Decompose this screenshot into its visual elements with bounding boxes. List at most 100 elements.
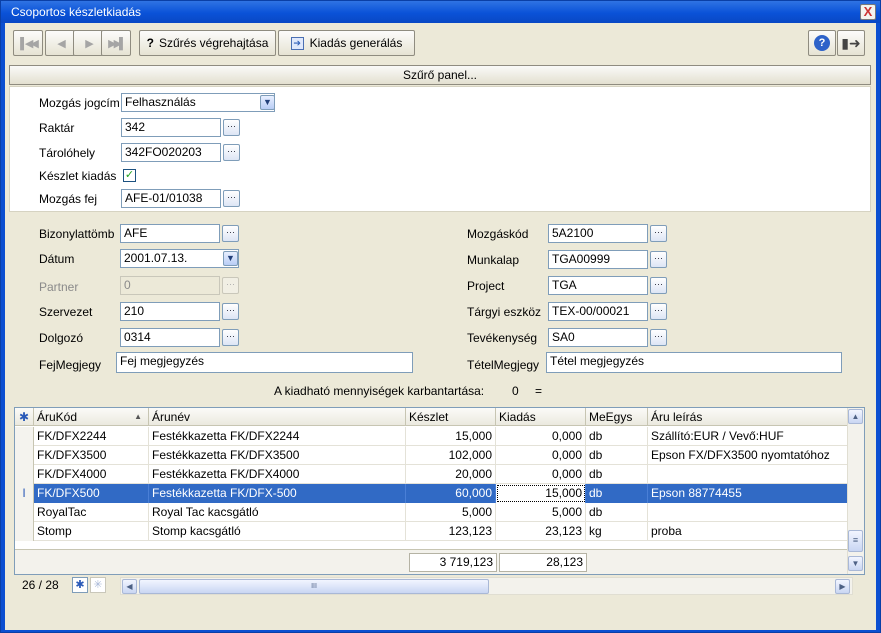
exit-button[interactable]: ▮➜ <box>837 30 865 56</box>
worksheet-field[interactable]: TGA00999 <box>548 250 648 269</box>
worksheet-lookup-button[interactable]: ··· <box>650 251 667 268</box>
location-lookup-button[interactable]: ··· <box>223 144 240 161</box>
chevron-down-icon[interactable]: ▼ <box>260 95 275 110</box>
prev-record-button[interactable]: ◀ <box>45 30 75 56</box>
cell-issue[interactable]: 0,000 <box>496 427 586 446</box>
close-button[interactable]: X <box>860 4 876 20</box>
scroll-right-icon[interactable]: ▶ <box>835 579 850 594</box>
cell-desc[interactable] <box>648 503 848 522</box>
title-bar[interactable]: Csoportos készletkiadás X <box>1 1 880 23</box>
table-row[interactable]: RoyalTac Royal Tac kacsgátló 5,000 5,000 db <box>15 503 848 522</box>
table-row[interactable]: Stomp Stomp kacsgátló 123,123 23,123 kg proba <box>15 522 848 541</box>
next-record-button[interactable]: ▶ <box>73 30 103 56</box>
date-chevron-down-icon[interactable]: ▼ <box>223 251 238 266</box>
cell-unit[interactable]: db <box>586 427 648 446</box>
cell-desc[interactable]: Epson FX/DFX3500 nyomtatóhoz <box>648 446 848 465</box>
movement-code-lookup-button[interactable]: ··· <box>650 225 667 242</box>
row-indicator[interactable] <box>15 503 34 522</box>
location-field[interactable]: 342FO020203 <box>121 143 221 162</box>
scroll-left-icon[interactable]: ◀ <box>122 579 137 594</box>
cell-issue[interactable]: 15,000 <box>496 484 586 503</box>
cell-code[interactable]: FK/DFX3500 <box>34 446 149 465</box>
cell-stock[interactable]: 123,123 <box>406 522 496 541</box>
table-row[interactable]: FK/DFX4000 Festékkazetta FK/DFX4000 20,000… <box>15 465 848 484</box>
help-button[interactable]: ? <box>808 30 836 56</box>
scroll-thumb[interactable]: ≡ <box>848 530 863 552</box>
warehouse-field[interactable]: 342 <box>121 118 221 137</box>
cell-stock[interactable]: 5,000 <box>406 503 496 522</box>
cell-name[interactable]: Festékkazetta FK/DFX3500 <box>149 446 406 465</box>
scroll-up-icon[interactable]: ▲ <box>848 409 863 424</box>
last-record-button[interactable]: ▶▶▌ <box>101 30 131 56</box>
cell-name[interactable]: Festékkazetta FK/DFX2244 <box>149 427 406 446</box>
partner-lookup-button[interactable]: ··· <box>222 277 239 294</box>
stock-issue-checkbox[interactable]: ✓ <box>123 169 136 182</box>
cell-desc[interactable]: Szállító:EUR / Vevő:HUF <box>648 427 848 446</box>
cell-desc[interactable]: Epson 88774455 <box>648 484 848 503</box>
cell-code[interactable]: FK/DFX500 <box>34 484 149 503</box>
voucher-block-field[interactable]: AFE <box>120 224 220 243</box>
asset-field[interactable]: TEX-00/00021 <box>548 302 648 321</box>
cell-unit[interactable]: db <box>586 465 648 484</box>
cell-stock[interactable]: 60,000 <box>406 484 496 503</box>
cell-stock[interactable]: 15,000 <box>406 427 496 446</box>
grid-vertical-scrollbar[interactable]: ▲ ≡ ▼ <box>847 408 864 574</box>
row-indicator[interactable] <box>15 427 34 446</box>
activity-lookup-button[interactable]: ··· <box>650 329 667 346</box>
cell-issue[interactable]: 0,000 <box>496 446 586 465</box>
cell-stock[interactable]: 20,000 <box>406 465 496 484</box>
hscroll-thumb[interactable]: III <box>139 579 489 594</box>
cell-unit[interactable]: kg <box>586 522 648 541</box>
cell-issue[interactable]: 23,123 <box>496 522 586 541</box>
grid-corner-icon[interactable]: ✱ <box>15 408 34 426</box>
col-header-issue[interactable]: Kiadás <box>496 408 586 426</box>
partner-field[interactable]: 0 <box>120 276 220 295</box>
first-record-button[interactable]: ▌◀◀ <box>13 30 43 56</box>
row-indicator[interactable] <box>15 522 34 541</box>
col-header-desc[interactable]: Áru leírás <box>648 408 848 426</box>
cell-name[interactable]: Royal Tac kacsgátló <box>149 503 406 522</box>
cell-name[interactable]: Festékkazetta FK/DFX4000 <box>149 465 406 484</box>
filter-panel-toggle[interactable]: Szűrő panel... <box>9 65 871 85</box>
col-header-name[interactable]: Árunév <box>149 408 406 426</box>
project-lookup-button[interactable]: ··· <box>650 277 667 294</box>
cell-code[interactable]: Stomp <box>34 522 149 541</box>
row-indicator[interactable]: I <box>15 484 34 503</box>
warehouse-lookup-button[interactable]: ··· <box>223 119 240 136</box>
cell-desc[interactable]: proba <box>648 522 848 541</box>
cell-code[interactable]: FK/DFX4000 <box>34 465 149 484</box>
movement-title-select[interactable]: Felhasználás <box>121 93 275 112</box>
grid-horizontal-scrollbar[interactable]: ◀ III ▶ <box>120 577 853 595</box>
table-row[interactable]: FK/DFX3500 Festékkazetta FK/DFX3500 102,00… <box>15 446 848 465</box>
cell-issue[interactable]: 0,000 <box>496 465 586 484</box>
table-row[interactable]: I FK/DFX500 Festékkazetta FK/DFX-500 60,000… <box>15 484 848 503</box>
row-indicator[interactable] <box>15 465 34 484</box>
date-field[interactable]: 2001.07.13. <box>120 249 239 268</box>
row-indicator[interactable] <box>15 446 34 465</box>
scroll-down-icon[interactable]: ▼ <box>848 556 863 571</box>
organization-field[interactable]: 210 <box>120 302 220 321</box>
col-header-unit[interactable]: MeEgys <box>586 408 648 426</box>
asset-lookup-button[interactable]: ··· <box>650 303 667 320</box>
movement-code-field[interactable]: 5A2100 <box>548 224 648 243</box>
head-note-field[interactable]: Fej megjegyzés <box>116 352 413 373</box>
new-record-alt-icon[interactable]: ✳ <box>90 577 106 593</box>
movement-head-lookup-button[interactable]: ··· <box>223 190 240 207</box>
item-note-field[interactable]: Tétel megjegyzés <box>546 352 842 373</box>
items-grid[interactable]: ✱ ÁruKód ▲ Árunév Készlet Kiadás MeEgys … <box>14 407 865 575</box>
movement-head-field[interactable]: AFE-01/01038 <box>121 189 221 208</box>
cell-desc[interactable] <box>648 465 848 484</box>
cell-issue[interactable]: 5,000 <box>496 503 586 522</box>
employee-lookup-button[interactable]: ··· <box>222 329 239 346</box>
activity-field[interactable]: SA0 <box>548 328 648 347</box>
organization-lookup-button[interactable]: ··· <box>222 303 239 320</box>
employee-field[interactable]: 0314 <box>120 328 220 347</box>
cell-unit[interactable]: db <box>586 484 648 503</box>
col-header-code[interactable]: ÁruKód ▲ <box>34 408 149 426</box>
filter-execute-button[interactable]: ? Szűrés végrehajtása <box>139 30 276 56</box>
col-header-stock[interactable]: Készlet <box>406 408 496 426</box>
generate-issue-button[interactable]: ➔ Kiadás generálás <box>278 30 415 56</box>
cell-name[interactable]: Festékkazetta FK/DFX-500 <box>149 484 406 503</box>
new-record-icon[interactable]: ✱ <box>72 577 88 593</box>
project-field[interactable]: TGA <box>548 276 648 295</box>
